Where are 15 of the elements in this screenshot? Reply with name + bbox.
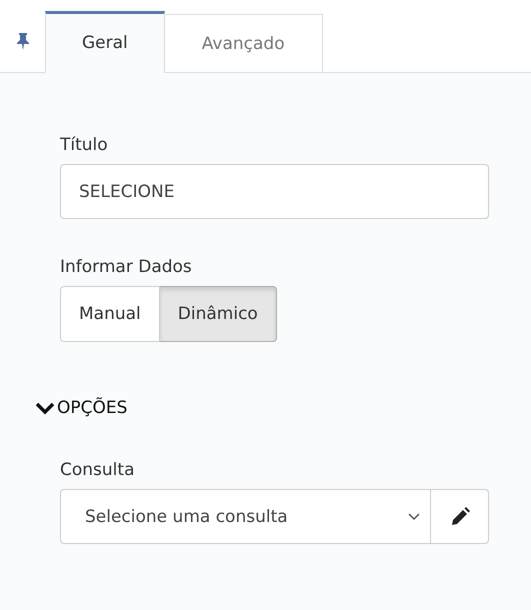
toggle-option[interactable]: Manual	[60, 286, 160, 342]
query-select[interactable]: Selecione uma consulta	[60, 489, 431, 544]
edit-button[interactable]	[431, 489, 489, 544]
field-label: Consulta	[60, 460, 136, 480]
field-label: Título	[60, 135, 109, 155]
pin-icon[interactable]	[16, 32, 28, 50]
caret-icon	[408, 512, 420, 520]
title-input[interactable]: SELECIONE	[60, 164, 489, 219]
section-toggle[interactable]: OPÇÕES	[35, 398, 128, 418]
tab[interactable]: Geral	[45, 11, 165, 73]
toggle-option[interactable]: Dinâmico	[160, 286, 277, 342]
field-label: Informar Dados	[60, 257, 193, 277]
chevron-icon	[35, 401, 55, 415]
tab[interactable]: Avançado	[164, 14, 323, 73]
pencil-icon	[450, 506, 470, 526]
